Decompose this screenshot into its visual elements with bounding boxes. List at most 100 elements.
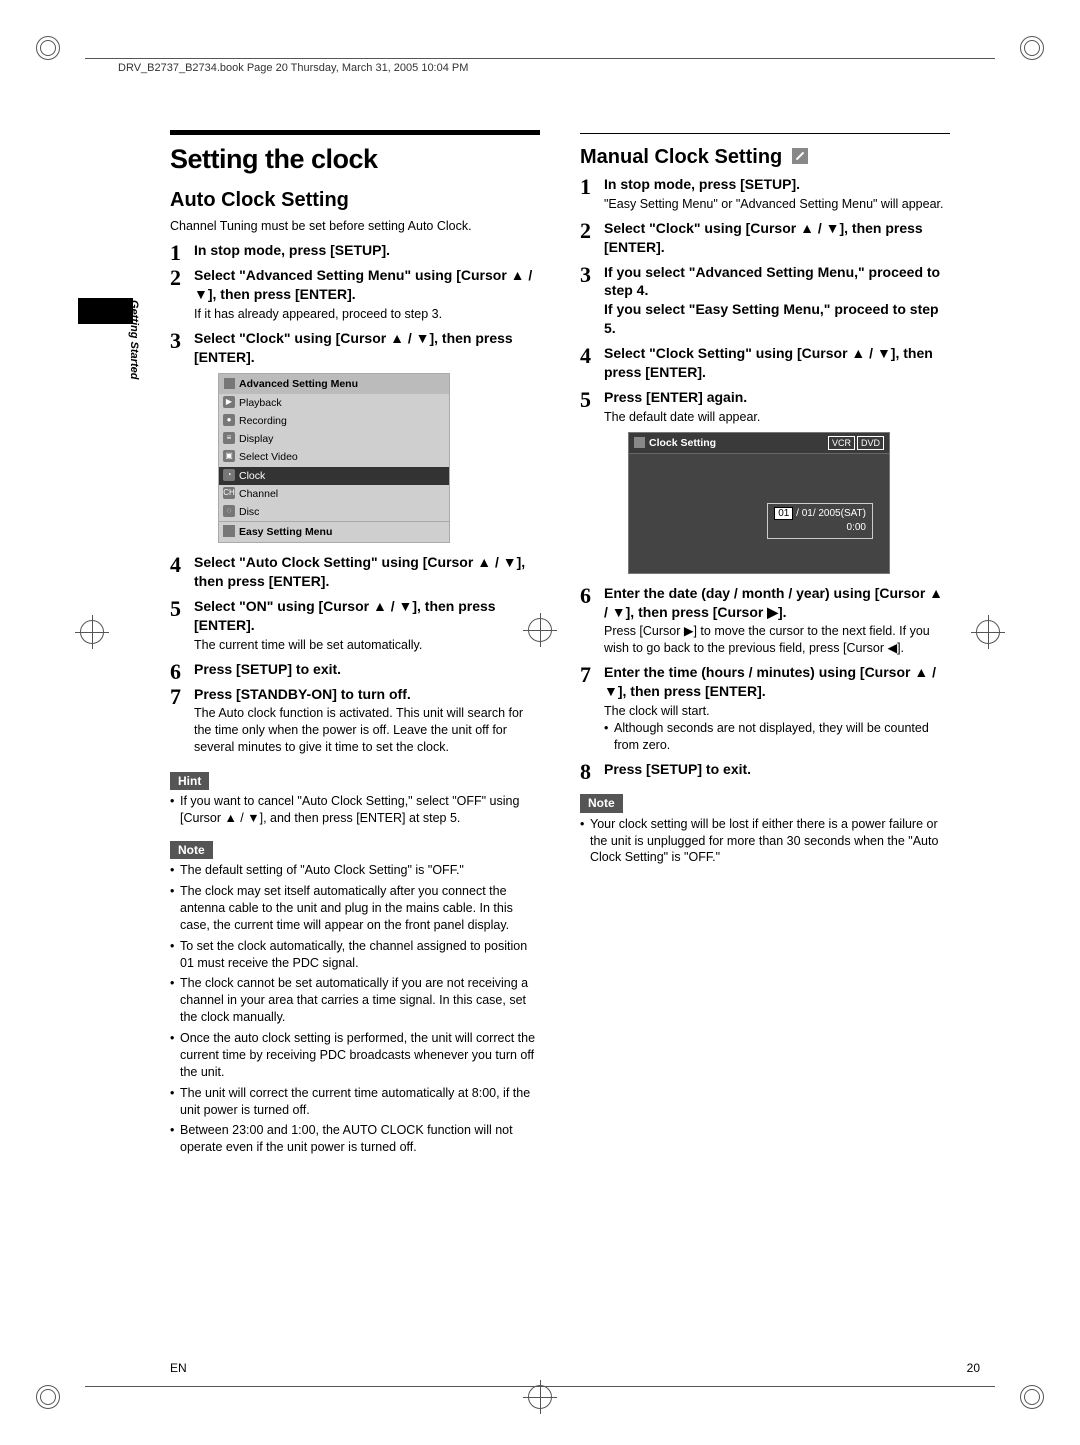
list-item: Although seconds are not displayed, they… bbox=[604, 720, 950, 754]
step-title: Press [ENTER] again. bbox=[604, 388, 950, 407]
step-body: Press [Cursor ▶] to move the cursor to t… bbox=[604, 623, 950, 657]
step-title: Select "Clock" using [Cursor ▲ / ▼], the… bbox=[604, 219, 950, 257]
step-item: Press [STANDBY-ON] to turn off. The Auto… bbox=[170, 685, 540, 757]
clock-tool-icon bbox=[792, 148, 808, 164]
step-item: Select "Clock" using [Cursor ▲ / ▼], the… bbox=[580, 219, 950, 257]
steps-list-auto: In stop mode, press [SETUP]. Select "Adv… bbox=[170, 241, 540, 756]
intro-text: Channel Tuning must be set before settin… bbox=[170, 218, 540, 235]
step-title: If you select "Advanced Setting Menu," p… bbox=[604, 263, 950, 339]
step-title: Press [SETUP] to exit. bbox=[604, 760, 950, 779]
osd-item-icon: ◌ bbox=[223, 505, 235, 517]
step-item: If you select "Advanced Setting Menu," p… bbox=[580, 263, 950, 339]
step-body: If it has already appeared, proceed to s… bbox=[194, 306, 540, 323]
osd-item-icon: ● bbox=[223, 414, 235, 426]
osd-date-highlight: 01 bbox=[774, 507, 793, 520]
step-item: In stop mode, press [SETUP]. "Easy Setti… bbox=[580, 175, 950, 213]
step-item: Select "Advanced Setting Menu" using [Cu… bbox=[170, 266, 540, 323]
osd-item-icon: CH bbox=[223, 487, 235, 499]
right-column: Manual Clock Setting In stop mode, press… bbox=[580, 130, 950, 1160]
step-title: In stop mode, press [SETUP]. bbox=[604, 175, 950, 194]
crop-mark-icon bbox=[36, 1385, 60, 1409]
step-item: Press [SETUP] to exit. bbox=[580, 760, 950, 779]
step-title: Press [STANDBY-ON] to turn off. bbox=[194, 685, 540, 704]
osd-menu-item: ◔Clock bbox=[219, 467, 449, 485]
osd-footer-text: Easy Setting Menu bbox=[239, 526, 332, 538]
list-item: If you want to cancel "Auto Clock Settin… bbox=[170, 793, 540, 827]
osd2-header-text: Clock Setting bbox=[649, 436, 716, 450]
note-label: Note bbox=[170, 841, 213, 859]
page-rule bbox=[85, 1386, 995, 1387]
step-item: Press [ENTER] again. The default date wi… bbox=[580, 388, 950, 574]
step-item: Select "Auto Clock Setting" using [Curso… bbox=[170, 553, 540, 591]
osd-item-label: Clock bbox=[239, 470, 265, 482]
footer-page: 20 bbox=[967, 1361, 980, 1375]
heading-rule bbox=[580, 133, 950, 134]
subheading-auto: Auto Clock Setting bbox=[170, 187, 540, 214]
step-item: Enter the date (day / month / year) usin… bbox=[580, 584, 950, 658]
step-title: Select "Clock Setting" using [Cursor ▲ /… bbox=[604, 344, 950, 382]
step-title: Select "Clock" using [Cursor ▲ / ▼], the… bbox=[194, 329, 540, 367]
list-item: Once the auto clock setting is performed… bbox=[170, 1030, 540, 1081]
osd-item-label: Disc bbox=[239, 506, 259, 518]
clock-icon bbox=[634, 437, 645, 448]
osd-item-icon: ≡ bbox=[223, 432, 235, 444]
osd-item-icon: ▣ bbox=[223, 450, 235, 462]
step-title: In stop mode, press [SETUP]. bbox=[194, 241, 540, 260]
crop-mark-icon bbox=[1020, 36, 1044, 60]
note-list-left: The default setting of "Auto Clock Setti… bbox=[170, 862, 540, 1156]
osd-clock-setting: Clock Setting VCRDVD 01 / 01/ 2005(SAT) … bbox=[628, 432, 890, 574]
osd-mode-tags: VCRDVD bbox=[826, 436, 884, 450]
step-title: Select "ON" using [Cursor ▲ / ▼], then p… bbox=[194, 597, 540, 635]
register-mark-icon bbox=[80, 620, 104, 644]
list-item: The unit will correct the current time a… bbox=[170, 1085, 540, 1119]
crop-mark-icon bbox=[36, 36, 60, 60]
running-head: DRV_B2737_B2734.book Page 20 Thursday, M… bbox=[118, 62, 468, 74]
steps-list-manual: In stop mode, press [SETUP]. "Easy Setti… bbox=[580, 175, 950, 778]
step-title: Enter the date (day / month / year) usin… bbox=[604, 584, 950, 622]
hint-list: If you want to cancel "Auto Clock Settin… bbox=[170, 793, 540, 827]
list-item: To set the clock automatically, the chan… bbox=[170, 938, 540, 972]
list-item: The default setting of "Auto Clock Setti… bbox=[170, 862, 540, 879]
step-body: The clock will start. bbox=[604, 703, 950, 720]
step-body: The default date will appear. bbox=[604, 409, 950, 426]
osd-date-rest: / 01/ 2005(SAT) bbox=[793, 508, 866, 519]
page-footer: EN 20 bbox=[170, 1361, 980, 1375]
step-bullets: Although seconds are not displayed, they… bbox=[604, 720, 950, 754]
content-columns: Setting the clock Auto Clock Setting Cha… bbox=[170, 130, 980, 1160]
easy-menu-icon bbox=[223, 525, 235, 537]
heading-rule bbox=[170, 130, 540, 135]
osd-menu-item: ≡ Display bbox=[219, 430, 449, 448]
osd-menu-item: ▣ Select Video bbox=[219, 448, 449, 466]
osd-menu-item: CHChannel bbox=[219, 485, 449, 503]
step-body: "Easy Setting Menu" or "Advanced Setting… bbox=[604, 196, 950, 213]
osd-advanced-menu: Advanced Setting Menu ▶ Playback ●Recordin… bbox=[218, 373, 450, 544]
osd-time-line: 0:00 bbox=[774, 521, 866, 535]
manual-page: DRV_B2737_B2734.book Page 20 Thursday, M… bbox=[0, 0, 1080, 1445]
osd-header-text: Advanced Setting Menu bbox=[239, 378, 358, 390]
osd-item-icon: ▶ bbox=[223, 396, 235, 408]
osd-item-label: Display bbox=[239, 433, 273, 445]
step-item: Press [SETUP] to exit. bbox=[170, 660, 540, 679]
osd-menu-item: ●Recording bbox=[219, 412, 449, 430]
step-item: Select "Clock" using [Cursor ▲ / ▼], the… bbox=[170, 329, 540, 543]
section-label: Getting Started bbox=[128, 300, 140, 379]
footer-lang: EN bbox=[170, 1361, 187, 1375]
osd-mode-tag: VCR bbox=[828, 436, 855, 450]
list-item: Between 23:00 and 1:00, the AUTO CLOCK f… bbox=[170, 1122, 540, 1156]
osd-item-label: Playback bbox=[239, 397, 282, 409]
step-title: Select "Advanced Setting Menu" using [Cu… bbox=[194, 266, 540, 304]
step-title: Press [SETUP] to exit. bbox=[194, 660, 540, 679]
step-item: In stop mode, press [SETUP]. bbox=[170, 241, 540, 260]
note-list-right: Your clock setting will be lost if eithe… bbox=[580, 816, 950, 867]
osd-mode-tag: DVD bbox=[857, 436, 884, 450]
subheading-manual: Manual Clock Setting bbox=[580, 144, 950, 171]
subheading-text: Manual Clock Setting bbox=[580, 146, 782, 168]
step-title: Select "Auto Clock Setting" using [Curso… bbox=[194, 553, 540, 591]
osd-menu-item: ▶ Playback bbox=[219, 394, 449, 412]
register-mark-icon bbox=[528, 1385, 552, 1409]
hint-label: Hint bbox=[170, 772, 209, 790]
step-item: Select "ON" using [Cursor ▲ / ▼], then p… bbox=[170, 597, 540, 654]
osd-item-label: Select Video bbox=[239, 451, 298, 463]
note-label: Note bbox=[580, 794, 623, 812]
step-title: Enter the time (hours / minutes) using [… bbox=[604, 663, 950, 701]
